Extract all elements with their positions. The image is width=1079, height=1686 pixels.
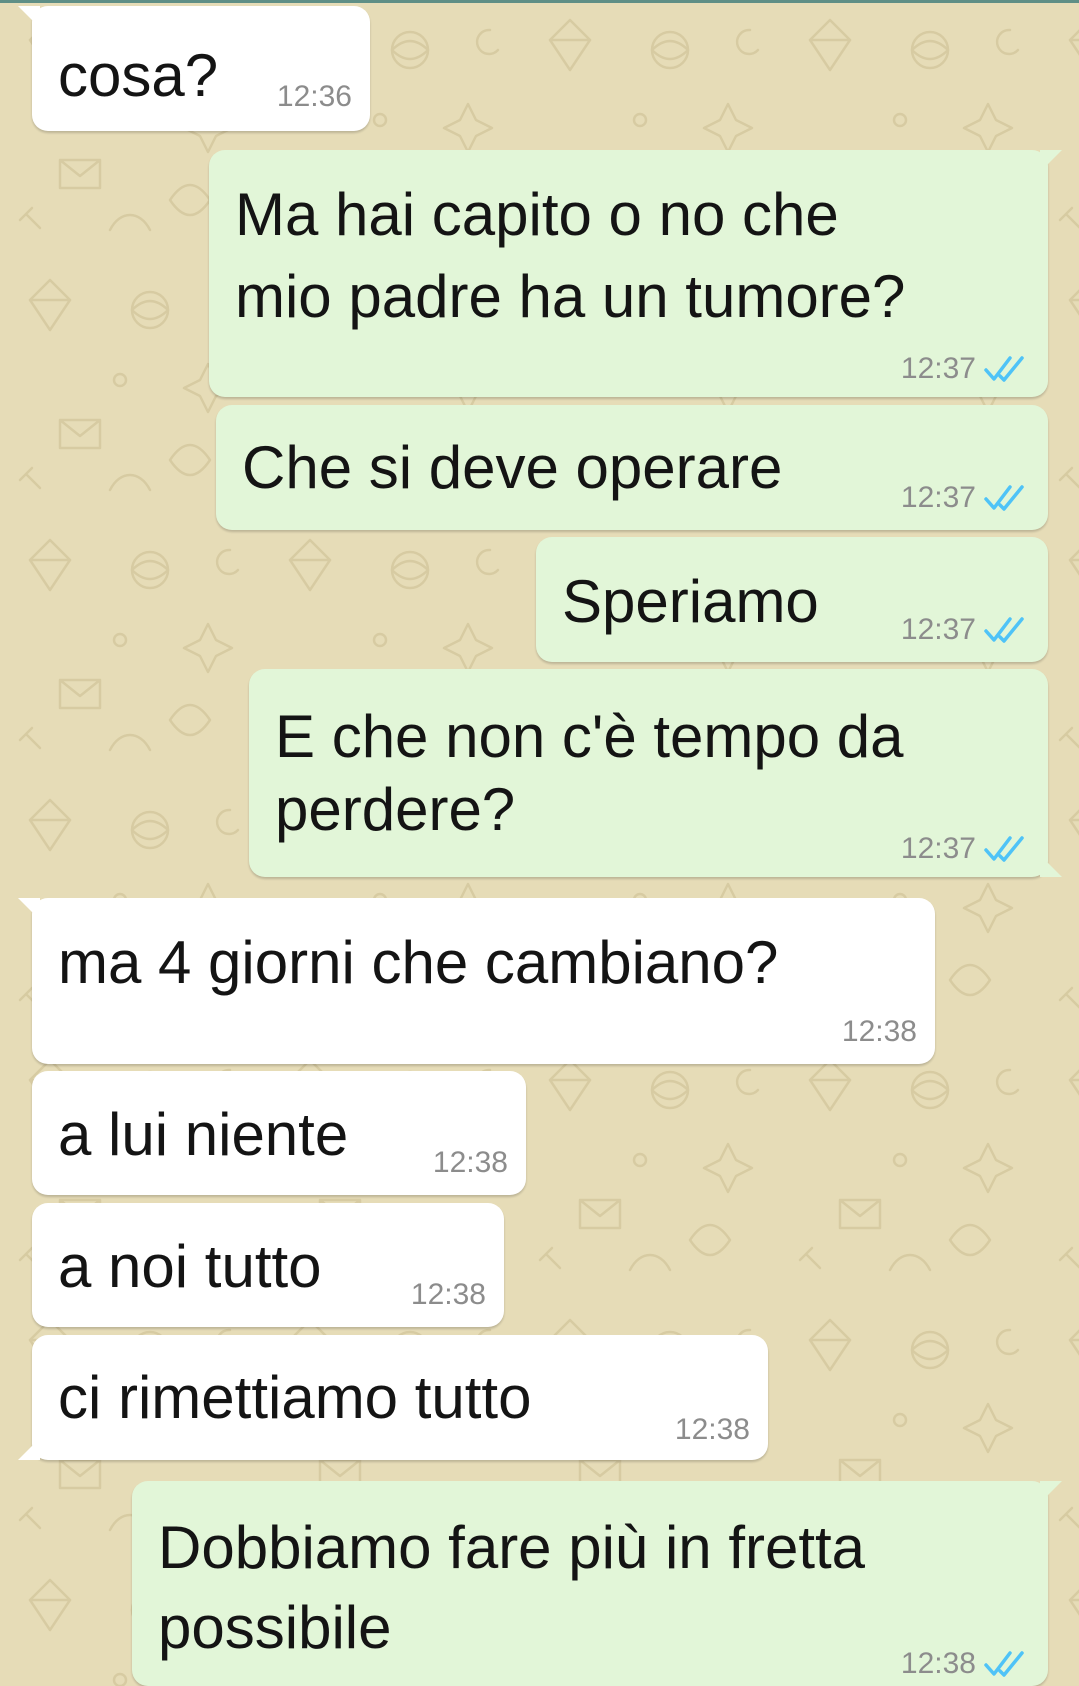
message-bubble-incoming[interactable]: ci rimettiamo tutto 12:38 [18,1335,768,1460]
message-bubble-incoming[interactable]: ma 4 giorni che cambiano? 12:38 [18,898,935,1064]
message-meta: 12:37 [901,482,1030,514]
message-meta: 12:38 [842,1016,917,1048]
message-bubble-incoming[interactable]: cosa? 12:36 [18,6,370,131]
message-meta: 12:37 [901,833,1030,865]
message-time: 12:38 [674,1413,750,1446]
top-divider [0,0,1079,3]
message-text-line-2: possibile [158,1594,392,1661]
double-check-icon [984,356,1024,382]
message-bubble-outgoing[interactable]: Che si deve operare 12:37 [216,405,1048,530]
message-time: 12:38 [900,1647,976,1680]
message-meta: 12:37 [901,353,1030,385]
message-time: 12:38 [410,1278,486,1311]
message-meta: 12:38 [675,1414,750,1446]
message-time: 12:36 [276,80,352,113]
message-meta: 12:38 [433,1147,508,1179]
bubble-tail [1040,855,1062,877]
message-meta: 12:37 [901,614,1030,646]
bubble-tail [18,6,40,28]
message-time: 12:37 [900,352,976,385]
message-text: a noi tutto [58,1233,322,1300]
message-meta: 12:38 [901,1648,1030,1680]
double-check-icon [984,485,1024,511]
message-bubble-incoming[interactable]: a lui niente 12:38 [32,1071,526,1195]
message-time: 12:37 [900,832,976,865]
message-text-line-1: Ma hai capito o no che [235,181,839,248]
message-time: 12:37 [900,613,976,646]
message-text: Speriamo [562,568,819,635]
message-bubble-outgoing[interactable]: Dobbiamo fare più in fretta possibile 12… [132,1481,1062,1686]
message-time: 12:38 [841,1015,917,1048]
message-text: Che si deve operare [242,434,783,501]
message-text: cosa? [58,42,219,109]
message-text-line-1: E che non c'è tempo da [275,703,904,770]
message-bubble-outgoing[interactable]: Ma hai capito o no che mio padre ha un t… [209,150,1062,397]
message-meta: 12:38 [411,1279,486,1311]
message-text-line-1: Dobbiamo fare più in fretta [158,1514,866,1581]
bubble-tail [1040,1481,1062,1503]
message-time: 12:37 [900,481,976,514]
message-bubble-outgoing[interactable]: Speriamo 12:37 [536,537,1048,662]
double-check-icon [984,1651,1024,1677]
message-text: ci rimettiamo tutto [58,1364,532,1431]
message-text: a lui niente [58,1101,349,1168]
message-text-line-2: perdere? [275,776,516,843]
message-meta: 12:36 [277,81,352,113]
bubble-tail [18,1438,40,1460]
bubble-tail [18,898,40,920]
message-bubble-outgoing[interactable]: E che non c'è tempo da perdere? 12:37 [249,669,1062,877]
bubble-tail [1040,150,1062,172]
message-bubble-incoming[interactable]: a noi tutto 12:38 [32,1203,504,1327]
message-text: ma 4 giorni che cambiano? [58,929,779,996]
message-time: 12:38 [432,1146,508,1179]
double-check-icon [984,617,1024,643]
message-text-line-2: mio padre ha un tumore? [235,263,906,330]
double-check-icon [984,836,1024,862]
